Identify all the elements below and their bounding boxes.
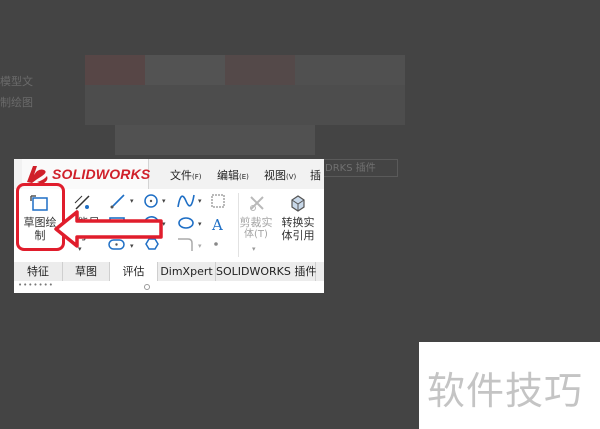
tab-dimxpert[interactable]: DimXpert <box>158 262 216 281</box>
svg-text:▾: ▾ <box>198 220 202 228</box>
svg-text:▾: ▾ <box>162 197 166 205</box>
solidworks-window: SOLIDWORKS 文件(F) 编辑(E) 视图(V) 插 草图绘 制 ▾ ▾… <box>14 159 324 293</box>
svg-text:▾: ▾ <box>198 197 202 205</box>
menu-file-label: 文件 <box>170 169 192 182</box>
trim-label-2: 体(T) <box>244 229 268 240</box>
watermark: 软件技巧 <box>419 342 600 429</box>
ellipse-tool-icon[interactable] <box>178 217 194 229</box>
trim-icon <box>250 196 264 211</box>
menu-insert[interactable]: 插 <box>310 167 321 183</box>
feature-tree-strip: ••••••• <box>14 281 324 293</box>
menu-edit-label: 编辑 <box>217 169 239 182</box>
svg-text:▾: ▾ <box>130 197 134 205</box>
menu-file-key: (F) <box>192 173 202 181</box>
drag-handle[interactable]: ••••••• <box>18 281 54 289</box>
tab-features[interactable]: 特征 <box>14 262 63 281</box>
line-tool-icon[interactable] <box>110 194 125 209</box>
convert-entities-button[interactable]: 转换实 体引用 <box>277 191 319 257</box>
trim-dropdown-icon[interactable]: ▾ <box>252 245 256 253</box>
bg-label-1: 模型文 <box>0 75 33 88</box>
svg-text:A: A <box>211 216 223 234</box>
circle-tool-icon[interactable] <box>144 194 158 208</box>
bg-label-2: 制绘图 <box>0 96 33 109</box>
point-tool-icon[interactable] <box>214 242 218 246</box>
menu-insert-label: 插 <box>310 169 321 182</box>
menu-edit[interactable]: 编辑(E) <box>217 167 249 183</box>
menu-file[interactable]: 文件(F) <box>170 167 202 183</box>
bg-tab-strip: DRKS 插件 <box>318 159 398 177</box>
convert-label-1: 转换实 <box>281 216 315 229</box>
convert-label-2: 体引用 <box>281 229 315 242</box>
tab-evaluate[interactable]: 评估 <box>110 262 158 281</box>
text-tool-icon[interactable]: A <box>211 216 223 234</box>
command-manager-tabs: 特征 草图 评估 DimXpert SOLIDWORKS 插件 <box>14 262 324 282</box>
spline-tool-icon[interactable] <box>177 194 195 208</box>
menu-view[interactable]: 视图(V) <box>264 167 296 183</box>
menu-view-label: 视图 <box>264 169 286 182</box>
svg-text:▾: ▾ <box>198 242 202 250</box>
scroll-knob-icon[interactable] <box>144 284 150 290</box>
tab-solidworks-addins[interactable]: SOLIDWORKS 插件 <box>216 262 316 281</box>
mirror-tool-icon[interactable] <box>211 194 225 208</box>
menu-edit-key: (E) <box>239 173 249 181</box>
menu-view-key: (V) <box>286 173 297 181</box>
tab-sketch[interactable]: 草图 <box>63 262 110 281</box>
watermark-text: 软件技巧 <box>427 369 584 413</box>
blurred-background <box>85 55 405 165</box>
logo-text: SOLIDWORKS <box>52 166 151 182</box>
fillet-tool-icon[interactable] <box>178 238 193 251</box>
red-arrow-icon <box>54 210 163 248</box>
convert-entities-icon <box>291 195 305 212</box>
trim-entities-button[interactable]: 剪裁实 体(T) ▾ <box>236 191 276 257</box>
